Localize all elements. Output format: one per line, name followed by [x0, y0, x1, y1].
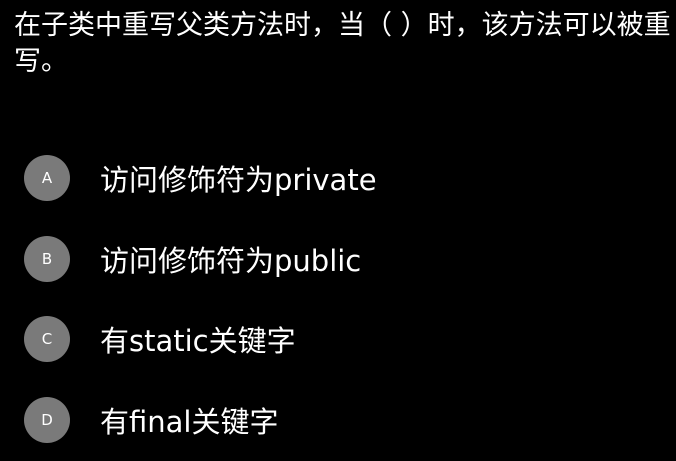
option-c[interactable]: C 有static关键字	[24, 316, 296, 362]
option-label: 有static关键字	[100, 324, 296, 358]
option-badge: D	[24, 397, 70, 443]
option-badge: B	[24, 236, 70, 282]
option-badge: A	[24, 155, 70, 201]
option-badge: C	[24, 316, 70, 362]
option-label: 有final关键字	[100, 405, 279, 439]
question-text: 在子类中重写父类方法时，当（ ）时，该方法可以被重写。	[14, 10, 671, 77]
option-label: 访问修饰符为private	[100, 163, 377, 197]
option-b[interactable]: B 访问修饰符为public	[24, 236, 361, 282]
option-d[interactable]: D 有final关键字	[24, 397, 278, 443]
option-a[interactable]: A 访问修饰符为private	[24, 155, 377, 201]
option-label: 访问修饰符为public	[100, 244, 362, 278]
